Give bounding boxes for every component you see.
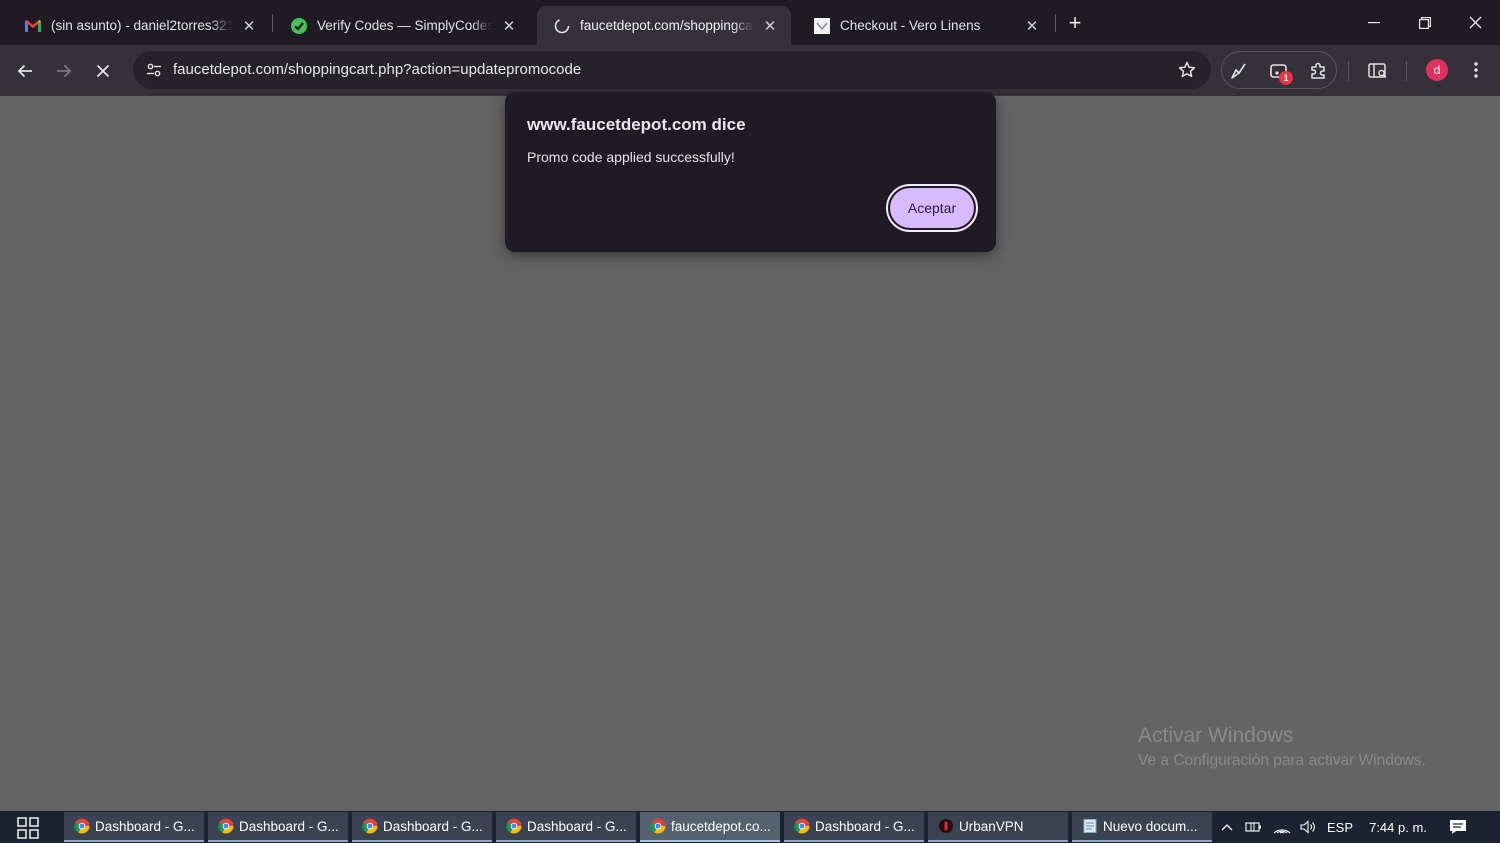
toolbar-divider (1406, 61, 1407, 81)
urbanvpn-icon (938, 818, 954, 834)
chrome-icon (650, 818, 666, 834)
site-info-icon[interactable] (141, 57, 167, 83)
taskbar-item[interactable]: Nuevo docum... (1072, 812, 1212, 842)
close-tab-icon[interactable]: ✕ (1023, 17, 1041, 35)
activation-watermark: Activar Windows Ve a Configuración para … (1138, 724, 1426, 770)
bookmark-star-icon[interactable] (1177, 60, 1197, 80)
notifications-icon[interactable] (1444, 811, 1472, 843)
accept-button-label: Aceptar (890, 188, 974, 228)
windows-taskbar: Dashboard - G... Dashboard - G... Dashbo… (0, 811, 1500, 843)
toolbar-divider (1348, 61, 1349, 81)
taskbar-item-label: Dashboard - G... (527, 818, 627, 834)
taskbar-item[interactable]: Dashboard - G... (352, 812, 492, 842)
browser-toolbar: faucetdepot.com/shoppingcart.php?action=… (0, 45, 1500, 96)
tab-title: (sin asunto) - daniel2torres3212 (51, 18, 232, 33)
gmail-icon (24, 17, 42, 35)
address-bar[interactable]: faucetdepot.com/shoppingcart.php?action=… (133, 51, 1211, 89)
chrome-icon (794, 818, 810, 834)
watermark-subtitle: Ve a Configuración para activar Windows. (1138, 752, 1426, 769)
taskbar-item-label: Dashboard - G... (815, 818, 915, 834)
tab-divider (272, 14, 273, 32)
extension-badge: 1 (1279, 71, 1293, 85)
back-icon[interactable] (9, 55, 41, 87)
extensions-group: 1 (1221, 51, 1337, 89)
taskbar-item-active[interactable]: faucetdepot.co... (640, 812, 780, 842)
chrome-icon (218, 818, 234, 834)
close-tab-icon[interactable]: ✕ (761, 17, 779, 35)
restore-icon[interactable] (1400, 0, 1450, 45)
tab-vero-linens[interactable]: Checkout - Vero Linens ✕ (797, 6, 1053, 45)
chrome-icon (362, 818, 378, 834)
close-tab-icon[interactable]: ✕ (500, 17, 518, 35)
alert-dialog: www.faucetdepot.com dice Promo code appl… (505, 92, 996, 252)
tab-faucetdepot[interactable]: faucetdepot.com/shoppingcart ✕ (537, 6, 791, 45)
forward-icon[interactable] (48, 55, 80, 87)
loading-globe-icon (553, 17, 571, 35)
tab-title: faucetdepot.com/shoppingcart (580, 18, 753, 33)
language-indicator[interactable]: ESP (1324, 811, 1356, 843)
side-panel-search-icon[interactable] (1362, 55, 1394, 87)
taskbar-item-label: UrbanVPN (959, 818, 1024, 834)
vero-linens-icon (813, 17, 831, 35)
dialog-title: www.faucetdepot.com dice (527, 115, 746, 134)
taskbar-item-label: Dashboard - G... (239, 818, 339, 834)
new-tab-icon[interactable]: + (1064, 12, 1086, 34)
taskbar-item-label: Dashboard - G... (383, 818, 483, 834)
chevron-up-icon[interactable] (1216, 811, 1238, 843)
taskbar-item[interactable]: Dashboard - G... (496, 812, 636, 842)
taskbar-item-label: Dashboard - G... (95, 818, 195, 834)
taskbar-item[interactable]: Dashboard - G... (64, 812, 204, 842)
tab-title: Checkout - Vero Linens (840, 18, 981, 33)
volume-icon[interactable] (1296, 811, 1320, 843)
tab-title: Verify Codes — SimplyCodes (317, 18, 492, 33)
wallet-extension-icon[interactable]: 1 (1267, 59, 1293, 85)
pen-extension-icon[interactable] (1227, 59, 1251, 83)
url-text[interactable]: faucetdepot.com/shoppingcart.php?action=… (173, 61, 581, 78)
kebab-menu-icon[interactable] (1466, 59, 1486, 81)
clock[interactable]: 7:44 p. m. (1362, 811, 1434, 843)
tab-divider (1055, 14, 1056, 32)
minimize-icon[interactable] (1349, 0, 1399, 45)
simplycodes-icon (290, 17, 308, 35)
close-tab-icon[interactable]: ✕ (240, 17, 258, 35)
stop-loading-icon[interactable] (87, 55, 119, 87)
chrome-icon (506, 818, 522, 834)
dialog-message: Promo code applied successfully! (527, 149, 735, 165)
battery-plug-icon[interactable] (1242, 811, 1266, 843)
start-grid-icon[interactable] (17, 817, 39, 839)
accept-button[interactable]: Aceptar (886, 184, 978, 232)
chrome-icon (74, 818, 90, 834)
taskbar-item-label: faucetdepot.co... (671, 818, 771, 834)
profile-avatar[interactable]: d (1426, 59, 1448, 81)
page-content: www.faucetdepot.com dice Promo code appl… (0, 92, 1500, 811)
tab-simplycodes[interactable]: Verify Codes — SimplyCodes ✕ (274, 6, 530, 45)
wifi-icon[interactable] (1270, 811, 1294, 843)
taskbar-item-label: Nuevo docum... (1103, 818, 1198, 834)
extensions-puzzle-icon[interactable] (1306, 59, 1330, 83)
notepad-icon (1082, 818, 1098, 834)
watermark-title: Activar Windows (1138, 724, 1294, 747)
tab-strip: (sin asunto) - daniel2torres3212 ✕ Verif… (0, 0, 1500, 45)
taskbar-item[interactable]: Dashboard - G... (784, 812, 924, 842)
taskbar-item[interactable]: Dashboard - G... (208, 812, 348, 842)
tab-gmail[interactable]: (sin asunto) - daniel2torres3212 ✕ (8, 6, 270, 45)
close-window-icon[interactable] (1450, 0, 1500, 45)
taskbar-item[interactable]: UrbanVPN (928, 812, 1068, 842)
